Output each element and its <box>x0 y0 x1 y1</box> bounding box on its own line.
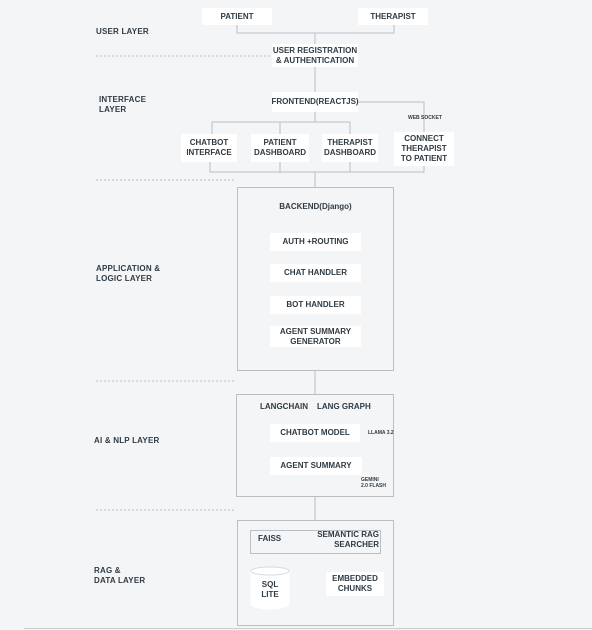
layer-label-application: APPLICATION & LOGIC LAYER <box>96 264 161 283</box>
semantic-rag-label: SEMANTIC RAG SEARCHER <box>317 530 379 549</box>
layer-label-rag: RAG & DATA LAYER <box>94 566 146 585</box>
agent-summary-box: AGENT SUMMARY <box>270 457 362 475</box>
layer-label-user: USER LAYER <box>96 27 149 36</box>
langchain-label: LANGCHAIN <box>260 402 308 411</box>
gemini-label: GEMINI 2.0 FLASH <box>361 477 387 489</box>
langgraph-label: LANG GRAPH <box>317 402 371 411</box>
backend-title: BACKEND(Django) <box>279 202 352 211</box>
therapist-box: THERAPIST <box>358 8 428 25</box>
auth-routing-box: AUTH +ROUTING <box>270 233 361 251</box>
websocket-label: WEB SOCKET <box>408 115 442 121</box>
patient-box: PATIENT <box>202 8 272 25</box>
connect-therapist-box: CONNECT THERAPIST TO PATIENT <box>394 132 454 166</box>
sqlite-label: SQL LITE <box>261 580 279 599</box>
bot-handler-box: BOT HANDLER <box>270 296 361 314</box>
patient-dashboard-box: PATIENT DASHBOARD <box>251 134 309 162</box>
layer-label-interface: INTERFACE LAYER <box>99 95 147 114</box>
bottom-rule <box>24 628 592 629</box>
faiss-label: FAISS <box>258 534 282 543</box>
chatbot-interface-box: CHATBOT INTERFACE <box>181 134 237 162</box>
chat-handler-box: CHAT HANDLER <box>270 264 361 282</box>
embedded-chunks-box: EMBEDDED CHUNKS <box>326 572 384 596</box>
registration-box: USER REGISTRATION & AUTHENTICATION <box>272 44 358 67</box>
llama-label: LLAMA 3.2 <box>368 430 394 436</box>
frontend-box: FRONTEND(REACTJS) <box>271 92 359 112</box>
therapist-dashboard-box: THERAPIST DASHBOARD <box>322 134 378 162</box>
agent-summary-generator-box: AGENT SUMMARY GENERATOR <box>270 326 361 347</box>
chatbot-model-box: CHATBOT MODEL <box>270 424 360 442</box>
layer-label-ai: AI & NLP LAYER <box>94 436 160 445</box>
